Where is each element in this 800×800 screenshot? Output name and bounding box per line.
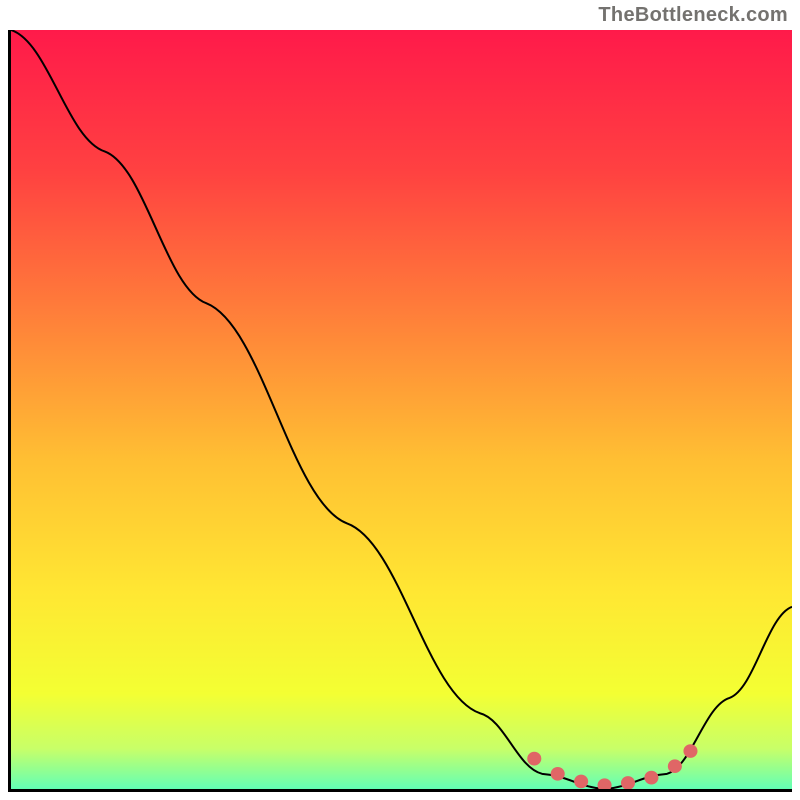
chart-curve-layer [11,30,792,789]
bottleneck-chart [8,30,792,792]
bottleneck-highlight [527,744,697,789]
attribution-text: TheBottleneck.com [598,4,788,27]
main-curve [11,30,792,789]
